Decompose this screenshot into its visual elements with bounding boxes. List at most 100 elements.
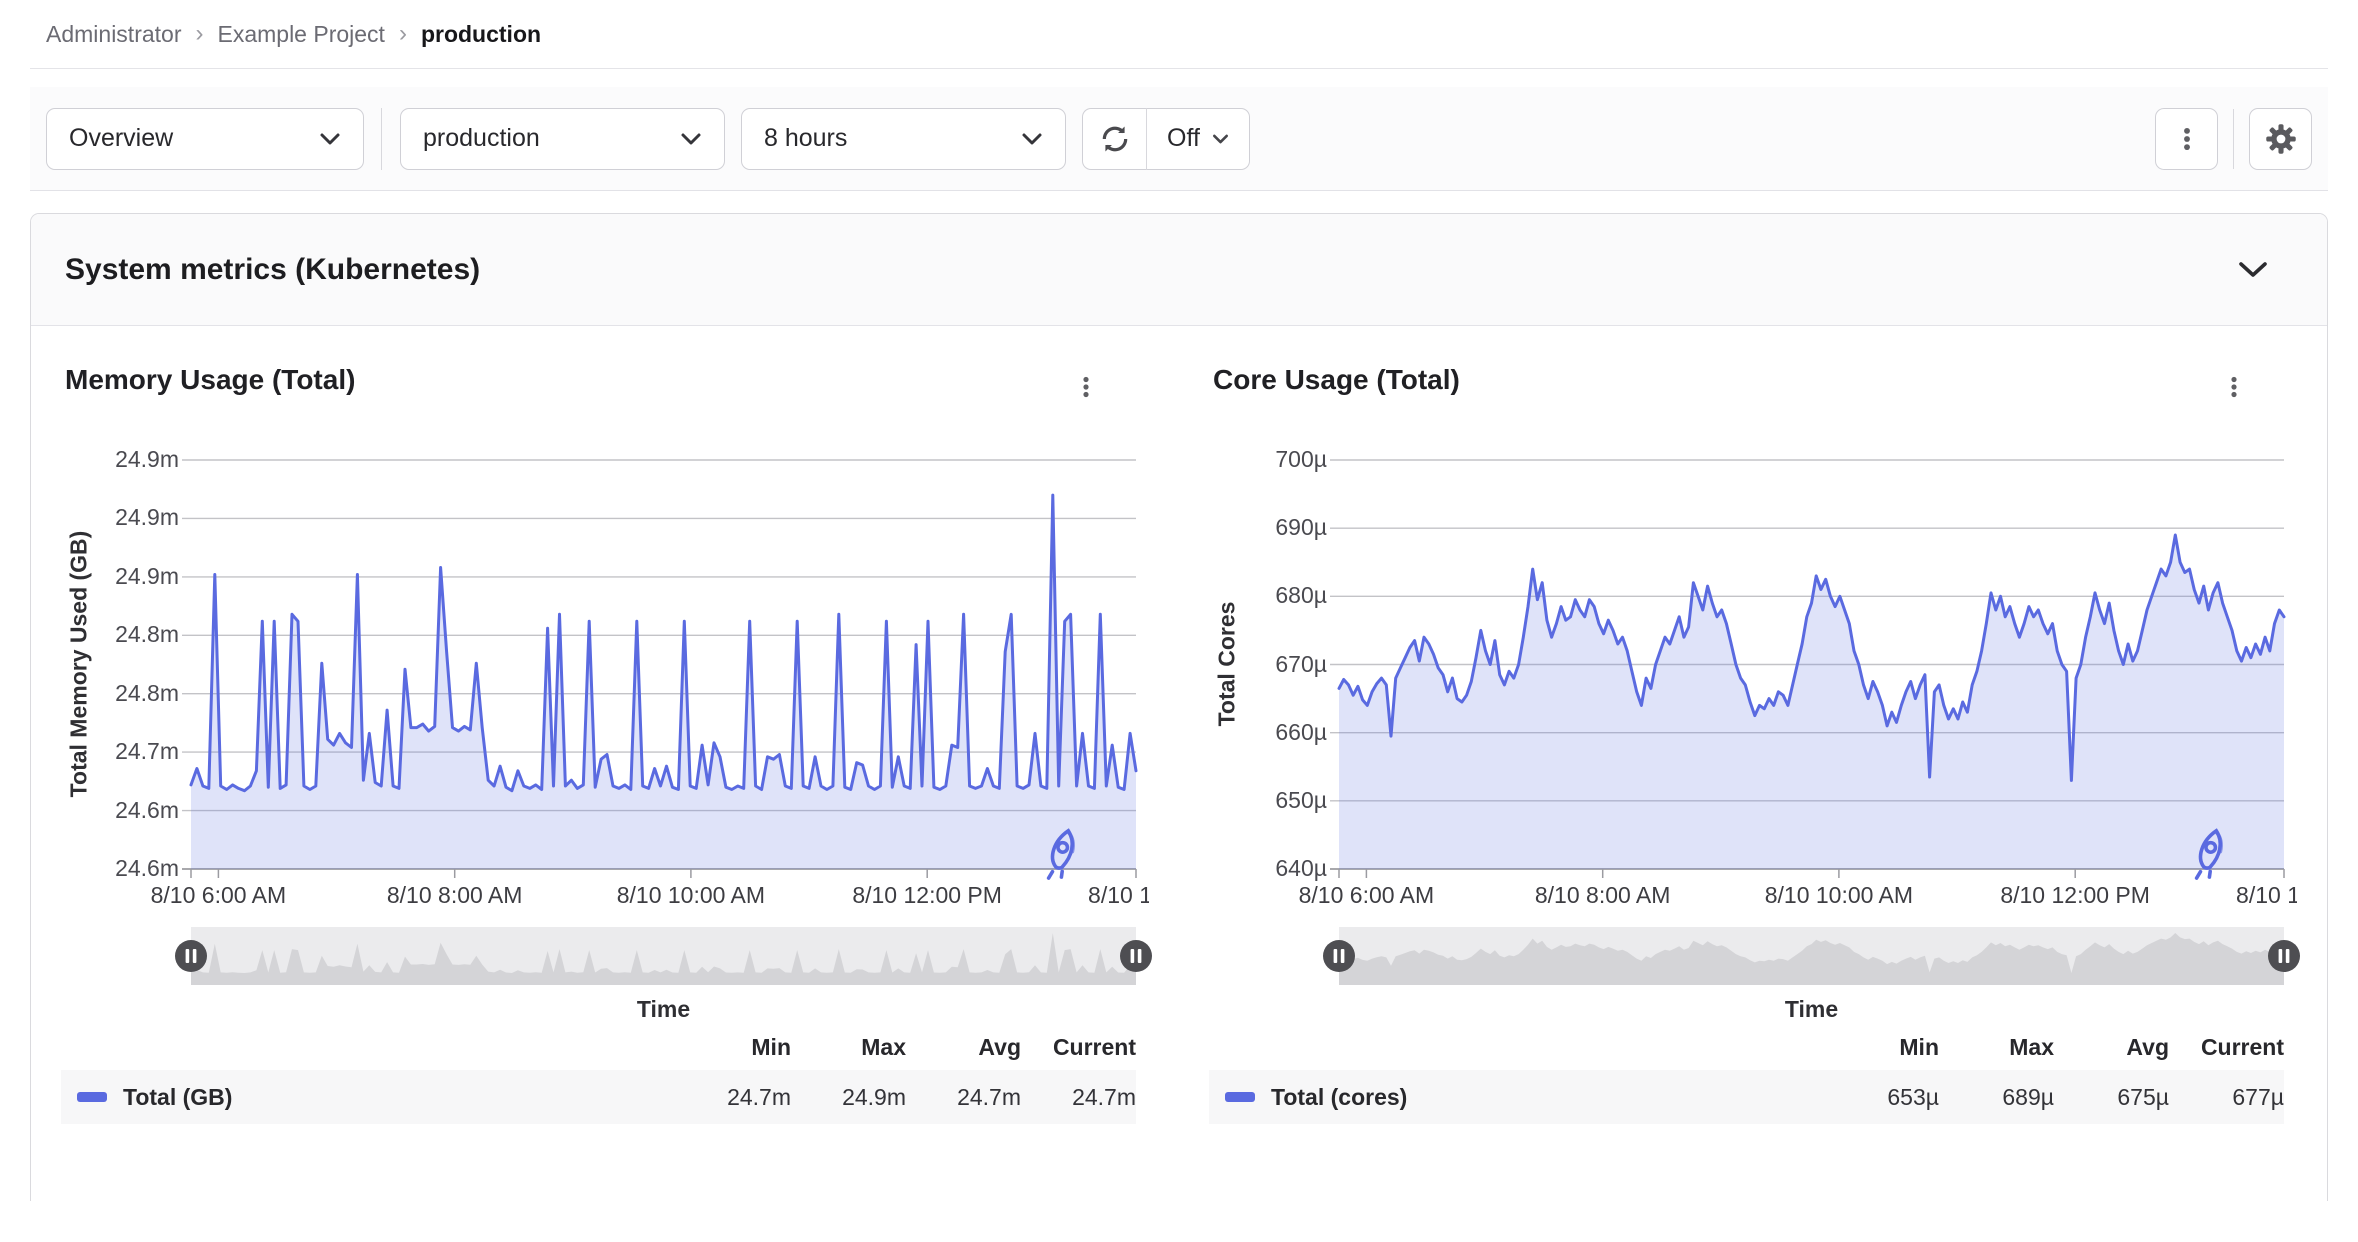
y-tick-label: 640µ [1275, 855, 1327, 881]
stat-min: 653µ [1887, 1083, 1939, 1110]
more-actions-button[interactable] [2155, 107, 2218, 170]
legend-header-min: Min [1899, 1034, 1939, 1060]
legend-header: Min Max Avg Current [61, 1034, 1136, 1061]
breadcrumb-separator-icon: › [195, 20, 204, 47]
rocket-watermark-icon [1046, 828, 1075, 880]
x-axis-tick-labels: 8/10 6:00 AM 8/10 8:00 AM 8/10 10:00 AM 8/1… [1179, 882, 2297, 916]
pause-handle-icon [2268, 940, 2300, 972]
x-tick-label: 8/10 6:00 AM [1298, 882, 1435, 908]
stat-current: 24.7m [1072, 1083, 1136, 1110]
view-select[interactable]: Overview [46, 107, 364, 170]
time-range-select[interactable]: 8 hours [741, 107, 1066, 170]
collapse-chevron-icon[interactable] [2237, 260, 2269, 280]
series-name: Total (cores) [1209, 1084, 1824, 1111]
kebab-menu-icon [2183, 127, 2190, 150]
section-title: System metrics (Kubernetes) [65, 252, 481, 286]
namespace-select[interactable]: production [400, 107, 725, 170]
breadcrumb-link-example-project[interactable]: Example Project [217, 21, 384, 48]
rocket-watermark-icon [2194, 828, 2223, 880]
y-tick-label: 650µ [1275, 786, 1327, 813]
x-axis-title: Time [1784, 996, 1839, 1022]
chart-title: Core Usage (Total) [1213, 364, 1460, 395]
x-tick-label: 8/10 8:00 AM [1534, 882, 1671, 908]
stat-max: 689µ [2002, 1083, 2054, 1110]
time-brush[interactable] [175, 927, 1152, 985]
y-tick-label: 24.9m [115, 562, 179, 589]
time-range-select-value: 8 hours [764, 124, 848, 152]
legend-header: Min Max Avg Current [1209, 1034, 2284, 1061]
legend-header-current: Current [2200, 1034, 2284, 1060]
x-tick-label: 8/10 12:00 PM [852, 882, 1002, 908]
y-tick-label: 700µ [1275, 446, 1327, 472]
brush-minimap [1339, 933, 2284, 985]
legend-header-max: Max [861, 1034, 906, 1060]
x-tick-label: 8/10 10:00 AM [616, 882, 766, 908]
y-tick-label: 24.7m [115, 738, 179, 765]
chart-title: Memory Usage (Total) [65, 364, 356, 395]
brush-handle-right[interactable] [1119, 939, 1153, 973]
y-tick-label: 24.9m [115, 504, 179, 531]
refresh-interval-select[interactable]: Off [1146, 107, 1250, 170]
x-axis-title: Time [636, 996, 691, 1022]
legend-row-total-cores[interactable]: Total (cores) 653µ 689µ 675µ 677µ [1209, 1070, 2284, 1124]
refresh-group: Off [1082, 107, 1250, 170]
y-tick-label: 24.6m [115, 855, 179, 881]
stat-avg: 24.7m [957, 1083, 1021, 1110]
legend-header-min: Min [751, 1034, 791, 1060]
x-tick-label: 8/10 1:46 [1088, 882, 1149, 908]
chevron-down-icon [681, 133, 701, 144]
view-select-value: Overview [69, 124, 174, 152]
y-tick-label: 670µ [1275, 650, 1327, 677]
settings-button[interactable] [2249, 107, 2312, 170]
x-tick-label: 8/10 6:00 AM [150, 882, 287, 908]
refresh-interval-value: Off [1167, 124, 1200, 152]
metrics-card: System metrics (Kubernetes) Memory Usage… [30, 213, 2328, 1201]
brush-handle-left[interactable] [174, 939, 208, 973]
chart-menu-button[interactable] [1065, 366, 1107, 408]
header-divider [30, 68, 2328, 69]
stat-current: 677µ [2232, 1083, 2284, 1110]
x-tick-label: 8/10 1:46 [2236, 882, 2297, 908]
x-tick-label: 8/10 8:00 AM [386, 882, 523, 908]
brush-minimap [191, 933, 1136, 985]
filter-toolbar: Overview production 8 hours Off [30, 87, 2328, 191]
x-tick-label: 8/10 10:00 AM [1764, 882, 1914, 908]
y-tick-label: 680µ [1275, 582, 1327, 609]
chevron-down-icon [1022, 133, 1042, 144]
chart-menu-button[interactable] [2213, 366, 2255, 408]
refresh-icon [1102, 125, 1127, 152]
chevron-down-icon [320, 133, 340, 144]
section-system-metrics[interactable]: System metrics (Kubernetes) [31, 214, 2327, 326]
y-tick-label: 24.6m [115, 796, 179, 823]
y-tick-label: 24.8m [115, 621, 179, 648]
pause-handle-icon [1323, 940, 1355, 972]
series-name: Total (GB) [61, 1084, 676, 1111]
x-tick-label: 8/10 12:00 PM [2000, 882, 2150, 908]
legend-row-total-gb[interactable]: Total (GB) 24.7m 24.9m 24.7m 24.7m [61, 1070, 1136, 1124]
charts-row: Memory Usage (Total) Total Memory Used (… [31, 326, 2327, 1192]
time-brush[interactable] [1323, 927, 2300, 985]
stat-avg: 675µ [2117, 1083, 2169, 1110]
namespace-select-value: production [423, 124, 540, 152]
toolbar-right-controls [2155, 107, 2312, 170]
core-usage-chart[interactable] [1330, 459, 2286, 879]
chevron-down-icon [1212, 134, 1228, 143]
kebab-menu-icon [1083, 376, 1089, 398]
stat-min: 24.7m [727, 1083, 791, 1110]
x-axis-tick-labels: 8/10 6:00 AM 8/10 8:00 AM 8/10 10:00 AM 8/1… [31, 882, 1149, 916]
brush-handle-left[interactable] [1322, 939, 1356, 973]
pause-handle-icon [175, 940, 207, 972]
kebab-menu-icon [2231, 376, 2237, 398]
y-tick-label: 660µ [1275, 718, 1327, 745]
legend-header-avg: Avg [2126, 1034, 2169, 1060]
y-axis-tick-labels: 24.9m 24.9m 24.9m 24.8m 24.8m 24.7m 24.6m 24.6m [31, 446, 179, 881]
y-tick-label: 24.9m [115, 446, 179, 472]
y-tick-label: 690µ [1275, 514, 1327, 541]
breadcrumb-link-administrator[interactable]: Administrator [46, 21, 181, 48]
brush-handle-right[interactable] [2267, 939, 2301, 973]
series-swatch [77, 1092, 107, 1102]
series-swatch [1225, 1092, 1255, 1102]
refresh-button[interactable] [1082, 107, 1146, 170]
memory-usage-chart[interactable] [182, 459, 1138, 879]
core-usage-panel: Core Usage (Total) Total Cores 700µ 690µ 6… [1179, 326, 2327, 1192]
